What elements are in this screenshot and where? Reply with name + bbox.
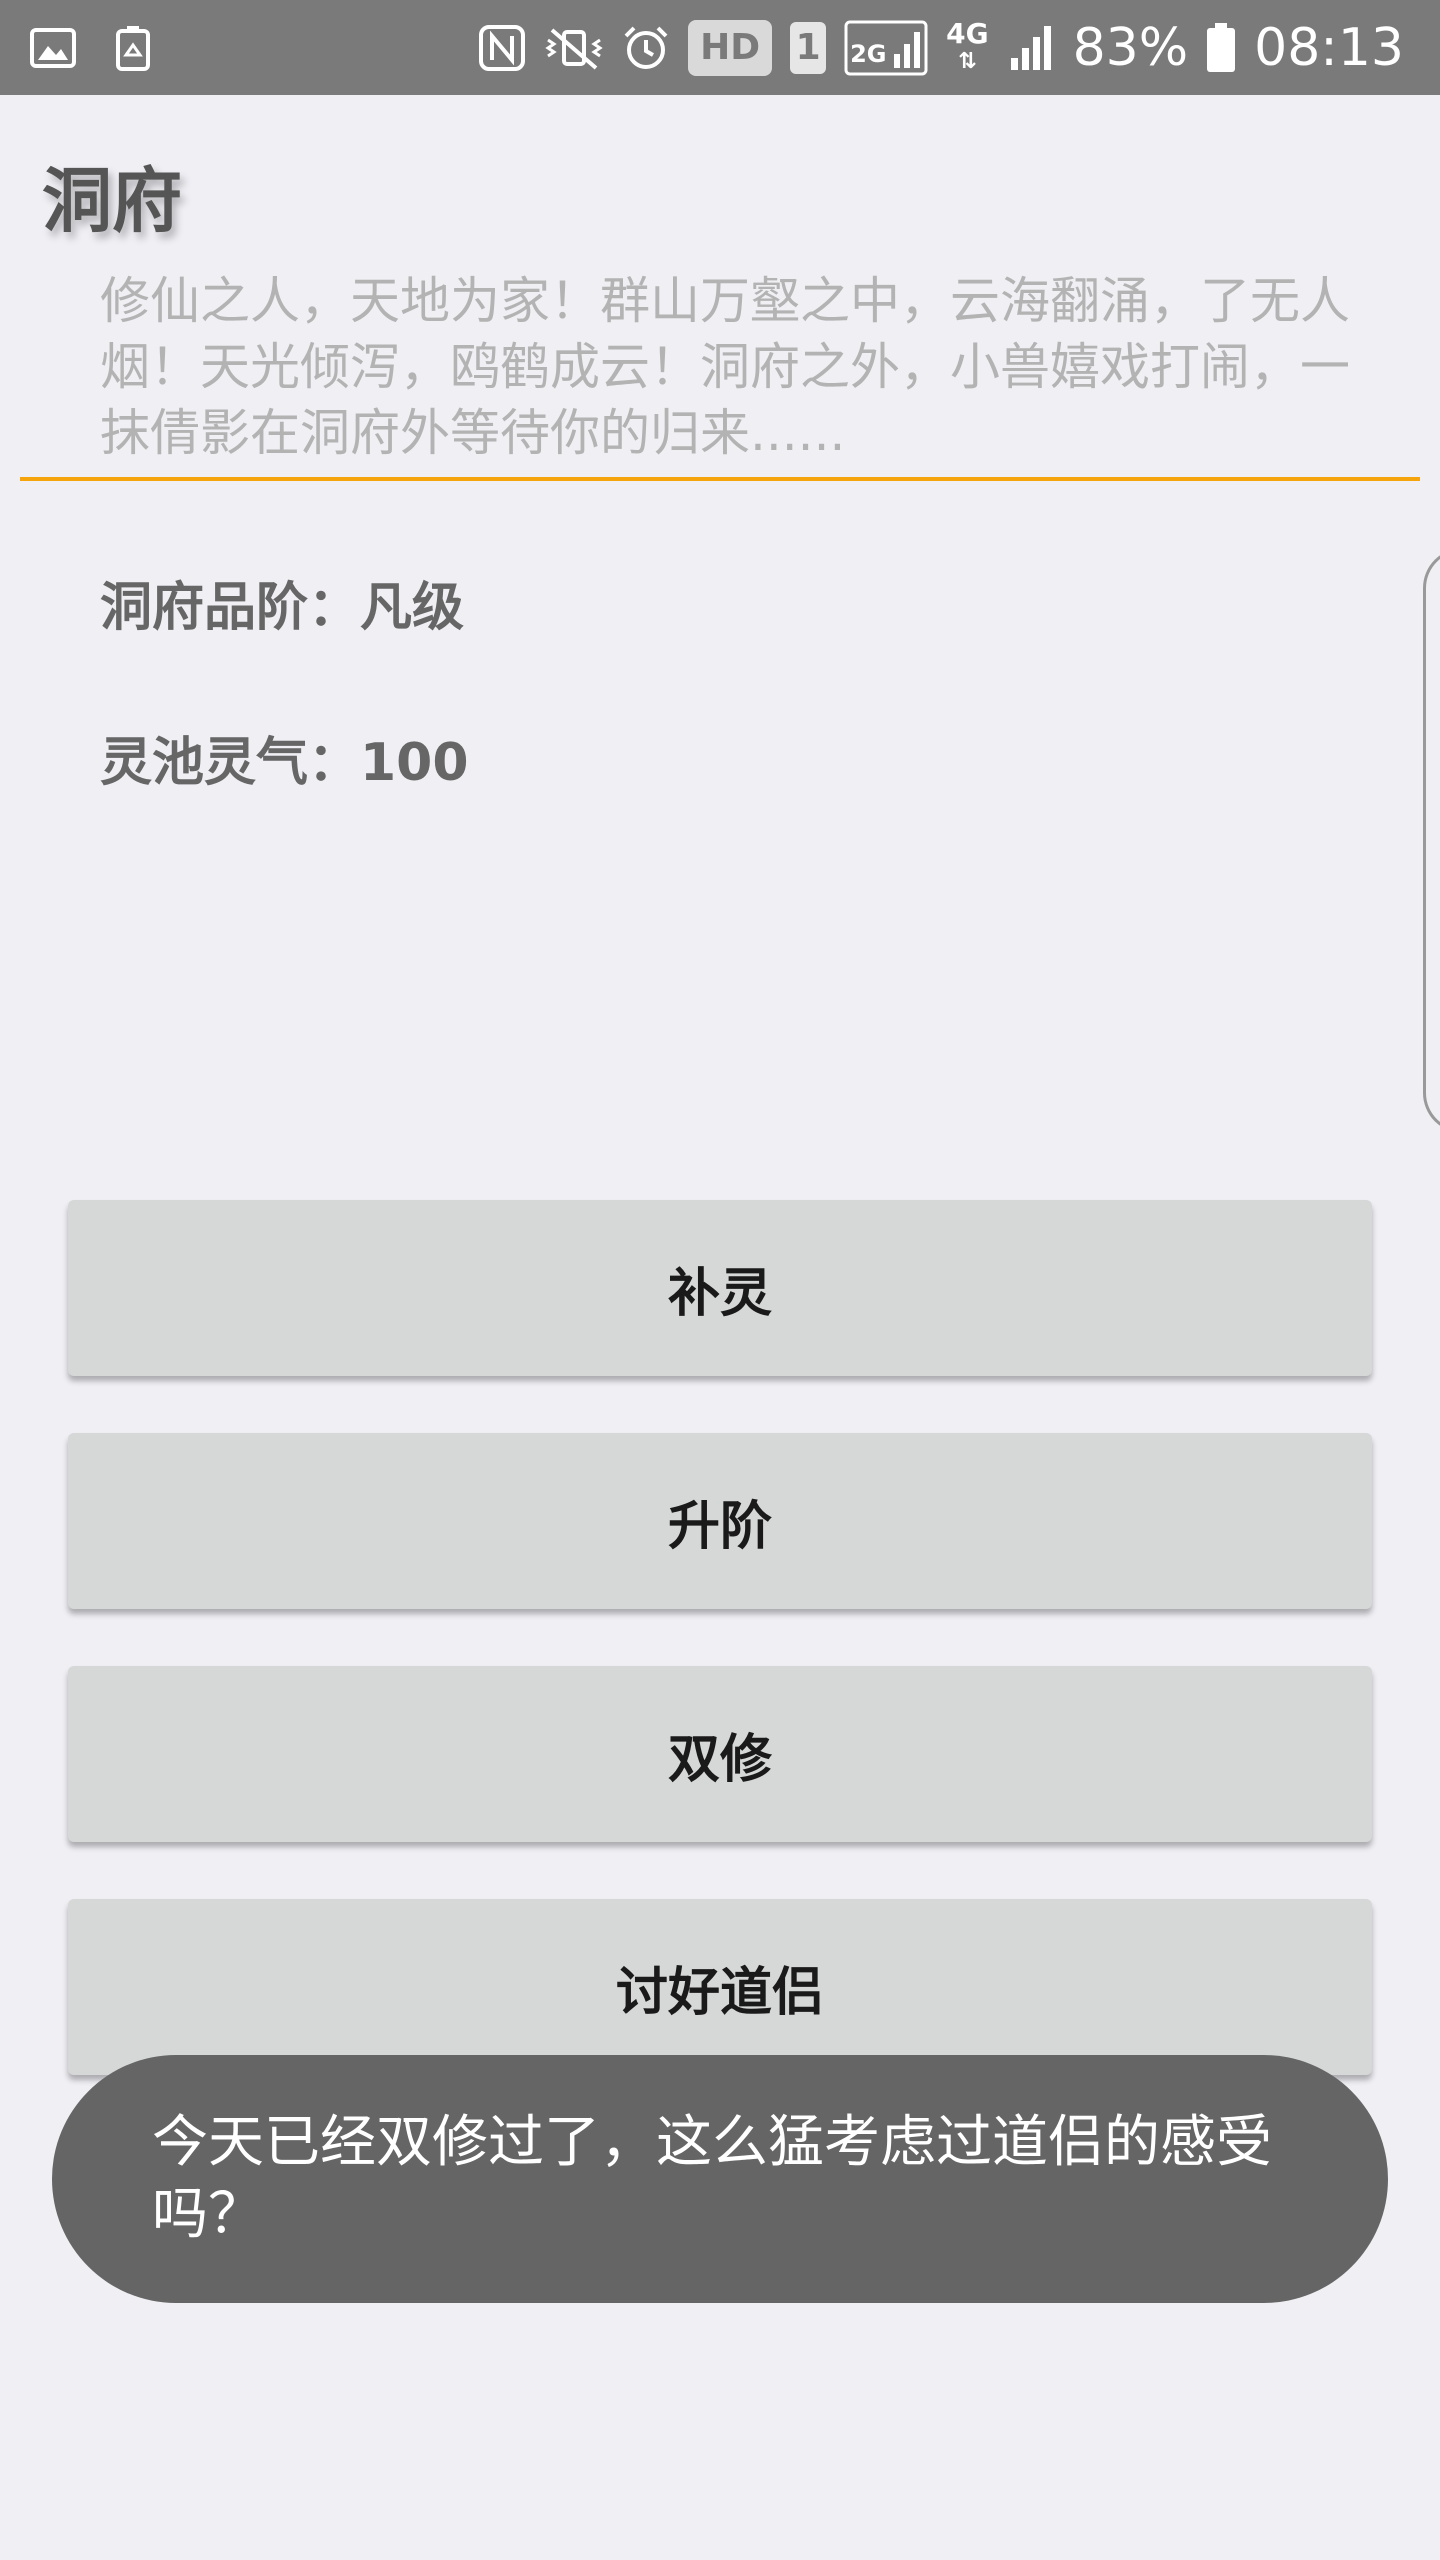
nfc-icon (478, 20, 526, 76)
data-arrows-icon: ⇅ (958, 48, 977, 74)
accent-divider (20, 477, 1420, 481)
clock: 08:13 (1254, 17, 1404, 78)
status-bar-left (30, 0, 150, 95)
network-4g-icon: 4G ⇅ (946, 16, 989, 76)
spirit-energy-label: 灵池灵气：100 (100, 733, 469, 793)
cave-grade-label: 洞府品阶：凡级 (100, 578, 465, 638)
vibrate-mute-icon (544, 20, 604, 76)
status-bar-right: HD 1 2G 4G ⇅ 83% 08:13 (478, 0, 1404, 95)
recycle-icon (116, 20, 150, 76)
status-bar: HD 1 2G 4G ⇅ 83% 08:13 (0, 0, 1440, 95)
upgrade-button[interactable]: 升阶 (68, 1433, 1372, 1609)
battery-icon (1206, 20, 1236, 76)
please-partner-button[interactable]: 讨好道侣 (68, 1899, 1372, 2075)
network-4g-label: 4G (946, 16, 989, 50)
signal-2g-icon: 2G (844, 20, 928, 76)
toast-message: 今天已经双修过了，这么猛考虑过道侣的感受吗？ (52, 2055, 1388, 2303)
alarm-icon (622, 20, 670, 76)
signal-2g-label: 2G (850, 39, 887, 68)
hd-badge: HD (688, 19, 773, 76)
gallery-icon (30, 20, 76, 76)
battery-percent: 83% (1072, 17, 1189, 78)
replenish-button[interactable]: 补灵 (68, 1200, 1372, 1376)
cave-description: 修仙之人，天地为家！群山万壑之中，云海翻涌，了无人烟！天光倾泻，鸥鹤成云！洞府之… (100, 272, 1350, 462)
edge-panel-handle[interactable] (1423, 548, 1440, 1133)
signal-icon (1007, 20, 1055, 76)
page-title: 洞府 (42, 160, 182, 242)
sim-badge: 1 (790, 21, 827, 74)
dual-cultivation-button[interactable]: 双修 (68, 1666, 1372, 1842)
